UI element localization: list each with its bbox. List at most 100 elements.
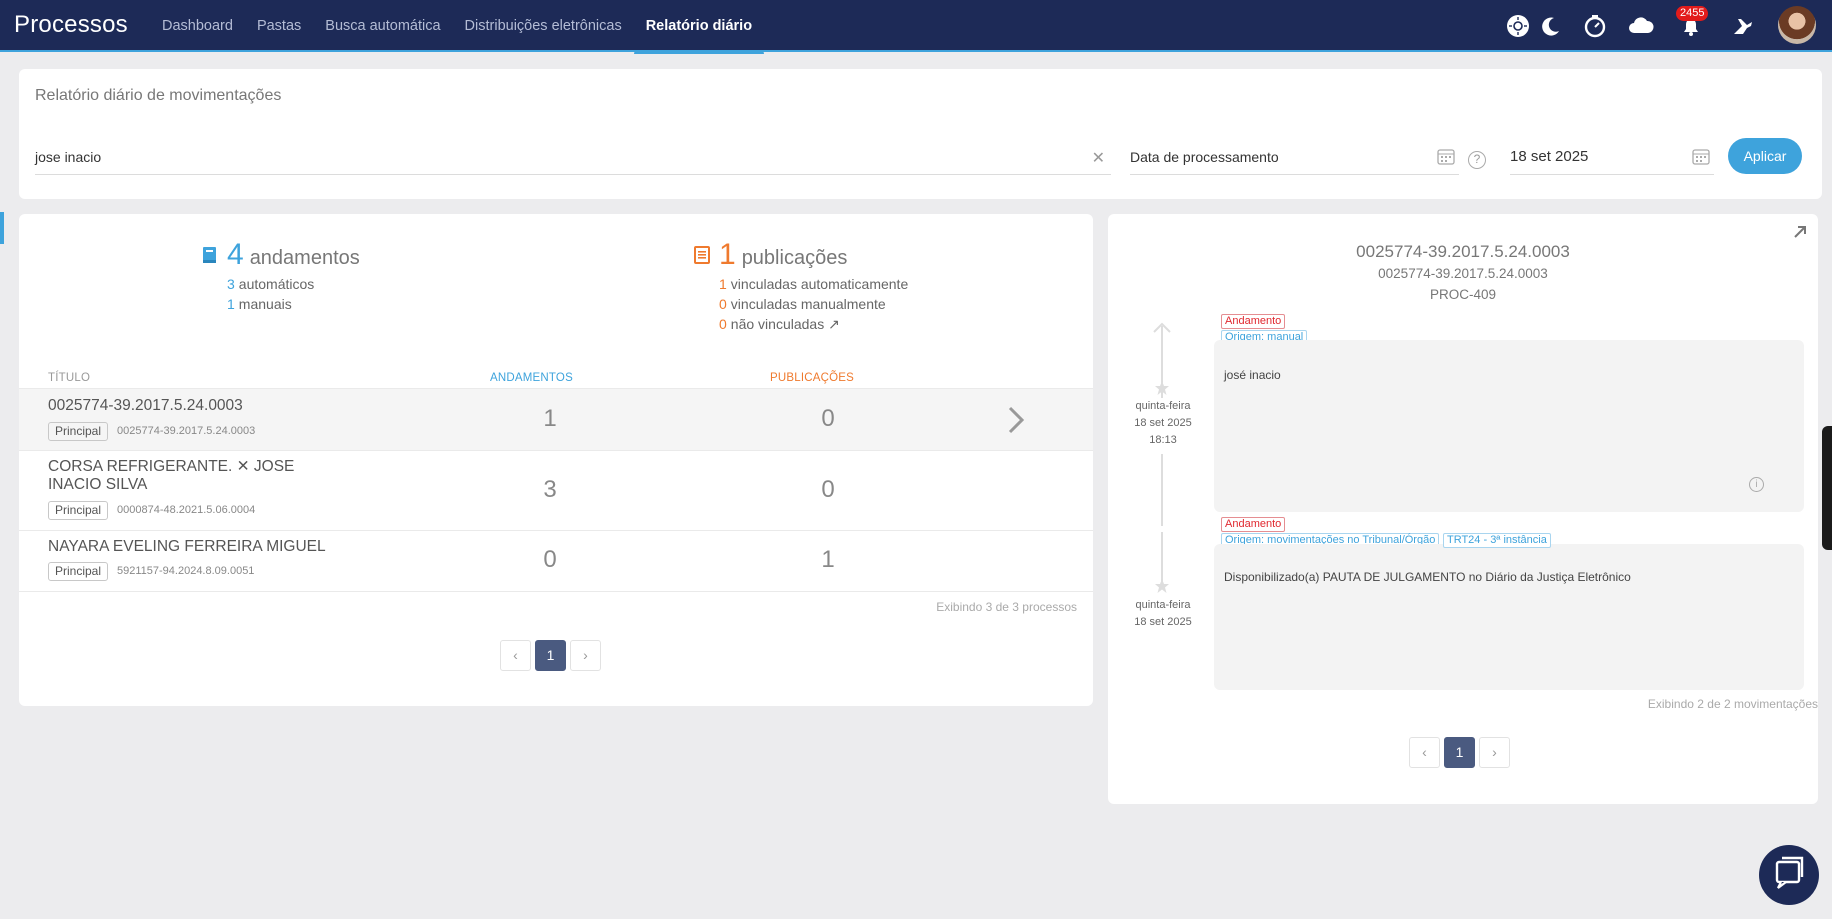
movement-text: josé inacio <box>1224 368 1281 382</box>
search-value: jose inacio <box>35 149 102 165</box>
star-icon[interactable] <box>1154 380 1170 396</box>
timeline-line <box>1161 532 1163 584</box>
main-nav: Dashboard Pastas Busca automática Distri… <box>150 0 765 54</box>
detail-code: PROC-409 <box>1429 287 1497 302</box>
dark-theme-icon[interactable] <box>1537 12 1565 40</box>
process-table: 0025774-39.2017.5.24.0003 Principal 0025… <box>19 388 1093 592</box>
process-title[interactable]: 0025774-39.2017.5.24.0003 <box>48 397 348 415</box>
court-badge: TRT24 - 3ª instância <box>1443 533 1551 548</box>
vinc-manual-label: vinculadas manualmente <box>730 296 886 312</box>
nav-busca-automatica[interactable]: Busca automática <box>313 0 452 52</box>
vinc-manual-count: 0 <box>719 296 727 312</box>
col-header-publicacoes[interactable]: PUBLICAÇÕES <box>770 372 854 384</box>
principal-tag: Principal <box>48 501 109 520</box>
page-1-button[interactable]: 1 <box>535 640 566 671</box>
process-number: 0000874-48.2021.5.06.0004 <box>117 504 256 516</box>
movement-pagination: ‹ 1 › <box>1409 737 1510 768</box>
andamentos-cell: 3 <box>543 476 557 503</box>
movement-text: Disponibilizado(a) PAUTA DE JULGAMENTO n… <box>1224 570 1631 584</box>
publicacoes-count: 1 <box>719 238 736 271</box>
andamentos-cell: 1 <box>543 405 557 432</box>
nao-vinc-count: 0 <box>719 316 727 332</box>
principal-tag: Principal <box>48 422 109 441</box>
side-panel-tab[interactable] <box>1822 426 1832 550</box>
star-icon[interactable] <box>1154 578 1170 594</box>
next-page-button[interactable]: › <box>570 640 601 671</box>
chat-button[interactable] <box>1759 845 1819 905</box>
col-header-title[interactable]: TÍTULO <box>48 372 90 384</box>
automaticos-label: automáticos <box>238 276 315 292</box>
light-theme-icon[interactable] <box>1504 12 1532 40</box>
date-type-value: Data de processamento <box>1130 149 1279 165</box>
nav-dashboard[interactable]: Dashboard <box>150 0 245 52</box>
timeline-line <box>1161 454 1163 526</box>
manuais-label: manuais <box>238 296 292 312</box>
vinc-auto-count: 1 <box>719 276 727 292</box>
detail-title: 0025774-39.2017.5.24.0003 <box>1356 242 1570 261</box>
prev-page-button[interactable]: ‹ <box>1409 737 1440 768</box>
next-page-button[interactable]: › <box>1479 737 1510 768</box>
user-avatar[interactable] <box>1778 6 1816 44</box>
date-type-select[interactable]: Data de processamento <box>1130 145 1459 175</box>
automaticos-count: 3 <box>227 276 235 292</box>
nav-pastas[interactable]: Pastas <box>245 0 313 52</box>
book-icon <box>203 247 216 263</box>
prev-page-button[interactable]: ‹ <box>500 640 531 671</box>
publicacoes-label: publicações <box>741 247 848 269</box>
table-row[interactable]: 0025774-39.2017.5.24.0003 Principal 0025… <box>19 388 1093 450</box>
page-1-button[interactable]: 1 <box>1444 737 1475 768</box>
movement-type-badge: Andamento <box>1221 314 1286 329</box>
left-edge-accent <box>0 212 4 244</box>
publicacoes-summary: 1 publicações 1 vinculadas automaticament… <box>693 238 908 333</box>
process-title[interactable]: NAYARA EVELING FERREIRA MIGUEL <box>48 538 408 556</box>
process-title[interactable]: CORSA REFRIGERANTE. ✕ JOSE INACIO SILVA <box>48 458 348 494</box>
movement-detail-card: 0025774-39.2017.5.24.0003 0025774-39.201… <box>1108 214 1818 804</box>
nao-vinc-label: não vinculadas ↗ <box>730 316 840 332</box>
help-icon[interactable]: ? <box>1468 151 1486 169</box>
detail-subtitle: 0025774-39.2017.5.24.0003 <box>1378 266 1548 281</box>
movement-count-text: Exibindo 2 de 2 movimentações <box>1647 697 1818 711</box>
calendar-icon[interactable] <box>1692 148 1710 165</box>
col-header-andamentos[interactable]: ANDAMENTOS <box>490 372 573 384</box>
andamentos-count: 4 <box>227 238 244 271</box>
process-count-text: Exibindo 3 de 3 processos <box>936 600 1077 614</box>
timer-icon[interactable] <box>1581 12 1609 40</box>
calendar-icon[interactable] <box>1437 148 1455 165</box>
chat-icon <box>1775 856 1804 889</box>
top-navbar: Processos Dashboard Pastas Busca automát… <box>0 0 1832 54</box>
movement-type-badge: Andamento <box>1221 517 1286 532</box>
date-input[interactable]: 18 set 2025 <box>1510 145 1714 175</box>
process-summary-card: 4 andamentos 3 automáticos 1 manuais 1 pub… <box>19 214 1093 706</box>
principal-tag: Principal <box>48 562 109 581</box>
plane-icon[interactable] <box>1729 12 1757 40</box>
process-number: 0025774-39.2017.5.24.0003 <box>117 425 256 437</box>
app-title[interactable]: Processos <box>14 11 128 39</box>
notification-badge: 2455 <box>1676 6 1709 21</box>
movement-box[interactable]: Disponibilizado(a) PAUTA DE JULGAMENTO n… <box>1214 544 1804 690</box>
table-row[interactable]: CORSA REFRIGERANTE. ✕ JOSE INACIO SILVA … <box>19 450 1093 530</box>
nav-distribuicoes[interactable]: Distribuições eletrônicas <box>453 0 634 52</box>
publicacoes-cell: 0 <box>821 405 835 432</box>
cloud-icon[interactable] <box>1627 12 1655 40</box>
search-input[interactable]: jose inacio ✕ <box>35 145 1111 175</box>
info-icon[interactable]: i <box>1749 477 1764 492</box>
andamentos-summary: 4 andamentos 3 automáticos 1 manuais <box>201 238 360 312</box>
chevron-right-icon[interactable] <box>1007 405 1025 435</box>
publicacoes-cell: 1 <box>821 546 835 573</box>
apply-button[interactable]: Aplicar <box>1728 138 1802 174</box>
newspaper-icon <box>694 246 710 264</box>
manuais-count: 1 <box>227 296 235 312</box>
page-title: Relatório diário de movimentações <box>35 87 282 104</box>
nao-vinculadas-link[interactable]: 0 não vinculadas ↗ <box>719 316 908 333</box>
vinc-auto-label: vinculadas automaticamente <box>730 276 909 292</box>
clear-icon[interactable]: ✕ <box>1092 147 1105 171</box>
publicacoes-cell: 0 <box>821 476 835 503</box>
filter-card: Relatório diário de movimentações jose i… <box>19 69 1822 199</box>
movement-box[interactable]: josé inacio i <box>1214 340 1804 512</box>
nav-relatorio-diario[interactable]: Relatório diário <box>633 0 765 54</box>
movement-date: quinta-feira 18 set 2025 <box>1134 599 1192 628</box>
table-row[interactable]: NAYARA EVELING FERREIRA MIGUEL Principal… <box>19 530 1093 592</box>
process-pagination: ‹ 1 › <box>500 640 601 671</box>
expand-icon[interactable] <box>1792 224 1808 240</box>
process-number: 5921157-94.2024.8.09.0051 <box>117 565 255 577</box>
